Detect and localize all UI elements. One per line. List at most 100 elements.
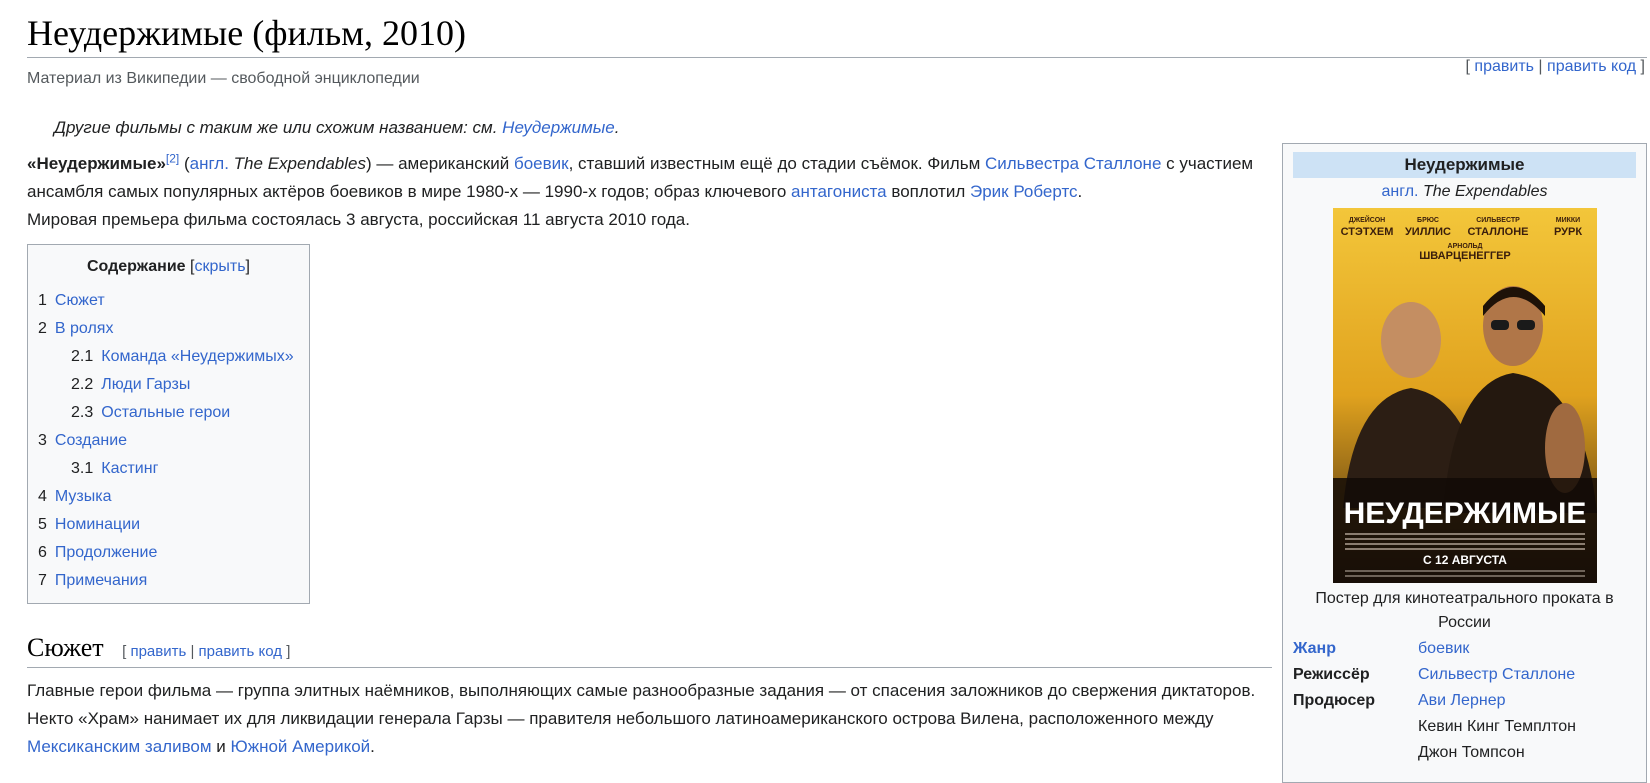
intro-text: (	[179, 154, 190, 173]
hatnote-text: Другие фильмы с таким же или схожим назв…	[54, 118, 503, 137]
original-title: The Expendables	[228, 154, 366, 173]
infobox-orig-title-text: The Expendables	[1418, 183, 1548, 200]
poster-release-date: С 12 АВГУСТА	[1423, 553, 1507, 567]
table-of-contents: Содержание [скрыть] 1 Сюжет 2 В ролях 2.1 Ком…	[27, 244, 310, 604]
roberts-link[interactable]: Эрик Робертс	[970, 182, 1078, 201]
poster-surname: РУРК	[1553, 226, 1581, 238]
poster-name: МИККИ	[1555, 217, 1579, 224]
toc-item: 4 Музыка	[38, 483, 299, 511]
intro-bold-title: «Неудержимые»	[27, 154, 166, 173]
hatnote-end: .	[614, 118, 620, 137]
infobox-row: Джон Томпсон	[1293, 741, 1636, 765]
poster-surname: СТАЛЛОНЕ	[1467, 226, 1528, 238]
toc-item: 5 Номинации	[38, 511, 299, 539]
toc-item-link[interactable]: Музыка	[55, 488, 112, 505]
reference-link[interactable]: [2]	[166, 151, 179, 165]
toc-item-number: 3	[38, 432, 47, 449]
infobox-row-value[interactable]: Сильвестр Сталлоне	[1418, 666, 1575, 683]
intro-text: , ставший известным ещё до стадии съёмок…	[568, 154, 985, 173]
plot-text: .	[370, 737, 375, 756]
toc-item-link[interactable]: Создание	[55, 432, 127, 449]
infobox-row-value-cell: Ави Лернер	[1418, 689, 1636, 713]
toc-item: 2.1 Команда «Неудержимых»	[38, 343, 299, 371]
toc-item: 6 Продолжение	[38, 539, 299, 567]
toc-item-link[interactable]: Кастинг	[101, 460, 158, 477]
toc-toggle-link[interactable]: скрыть	[194, 258, 245, 275]
movie-poster[interactable]: ДЖЕЙСОН БРЮС СИЛЬВЕСТР МИККИ СТЭТХЕМ УИЛ…	[1332, 208, 1597, 583]
infobox-lang-link[interactable]: англ.	[1382, 183, 1419, 200]
toc-item-number: 2	[38, 320, 47, 337]
infobox-row-value[interactable]: боевик	[1418, 640, 1469, 657]
infobox-row-value-cell: Джон Томпсон	[1418, 741, 1636, 765]
toc-item: 2 В ролях	[38, 315, 299, 343]
antagonist-link[interactable]: антагониста	[791, 182, 887, 201]
toc-item-link[interactable]: Примечания	[55, 572, 147, 589]
toc-list: 1 Сюжет 2 В ролях 2.1 Команда «Неудержимых» 2.…	[38, 287, 299, 595]
plot-text: и	[211, 737, 231, 756]
section-edit-links: [ править | править код ]	[122, 643, 291, 660]
infobox-row-value: Кевин Кинг Темплтон	[1418, 718, 1576, 735]
toc-item-number: 2.2	[71, 376, 94, 393]
poster-title: НЕУДЕРЖИМЫЕ	[1343, 497, 1586, 530]
toc-item-link[interactable]: Продолжение	[55, 544, 157, 561]
toc-item: 7 Примечания	[38, 567, 299, 595]
infobox-row-label	[1293, 741, 1418, 765]
infobox-row: Кевин Кинг Темплтон	[1293, 715, 1636, 739]
toc-item: 3 Создание	[38, 427, 299, 455]
toc-item-number: 4	[38, 488, 47, 505]
toc-item-number: 2.3	[71, 404, 94, 421]
genre-link[interactable]: боевик	[514, 154, 569, 173]
toc-item: 2.3 Остальные герои	[38, 399, 299, 427]
lang-link[interactable]: англ.	[190, 154, 229, 173]
toc-heading: Содержание	[87, 258, 186, 275]
toc-item-link[interactable]: Люди Гарзы	[101, 376, 190, 393]
infobox-row: Продюсер Ави Лернер	[1293, 689, 1636, 713]
poster-name: ДЖЕЙСОН	[1348, 215, 1384, 224]
toc-item-number: 3.1	[71, 460, 94, 477]
poster-name: СИЛЬВЕСТР	[1476, 217, 1520, 224]
page-title: Неудержимые (фильм, 2010)	[27, 10, 1647, 58]
toc-item-number: 1	[38, 292, 47, 309]
section-heading-plot: Сюжет [ править | править код ]	[27, 630, 1272, 668]
toc-item-number: 6	[38, 544, 47, 561]
gulf-link[interactable]: Мексиканским заливом	[27, 737, 212, 756]
infobox-row-value-cell: Кевин Кинг Темплтон	[1418, 715, 1636, 739]
toc-item-link[interactable]: Команда «Неудержимых»	[101, 348, 293, 365]
edit-code-link[interactable]: править код	[1547, 58, 1636, 75]
toc-item: 3.1 Кастинг	[38, 455, 299, 483]
intro-paragraph: «Неудержимые»[2] (англ. The Expendables)…	[27, 150, 1272, 234]
infobox-row: Жанр боевик	[1293, 637, 1636, 661]
toc-item-link[interactable]: Номинации	[55, 516, 140, 533]
infobox-row-label: Продюсер	[1293, 692, 1376, 709]
section-edit-code-link[interactable]: править код	[199, 643, 283, 660]
infobox-row-value-cell: Сильвестр Сталлоне	[1418, 663, 1636, 687]
toc-item: 1 Сюжет	[38, 287, 299, 315]
plot-text: Главные герои фильма — группа элитных на…	[27, 681, 1256, 728]
south-america-link[interactable]: Южной Америкой	[231, 737, 371, 756]
infobox-row-label[interactable]: Жанр	[1293, 637, 1418, 661]
intro-text: воплотил	[886, 182, 970, 201]
toc-item-link[interactable]: Остальные герои	[101, 404, 230, 421]
infobox-row-label	[1293, 715, 1418, 739]
poster-name: БРЮС	[1417, 217, 1439, 224]
poster-caption: Постер для кинотеатрального проката в Ро…	[1315, 590, 1614, 631]
page-subtitle: Материал из Википедии — свободной энцикл…	[27, 70, 420, 87]
toc-item-number: 7	[38, 572, 47, 589]
poster-name: АРНОЛЬД	[1447, 243, 1482, 250]
toc-item: 2.2 Люди Гарзы	[38, 371, 299, 399]
page-edit-links: [ править | править код ]	[1465, 58, 1645, 75]
plot-paragraph: Главные герои фильма — группа элитных на…	[27, 677, 1272, 761]
toc-item-link[interactable]: В ролях	[55, 320, 114, 337]
section-edit-link[interactable]: править	[130, 643, 186, 660]
infobox-row-value: Джон Томпсон	[1418, 744, 1525, 761]
infobox-row-value[interactable]: Ави Лернер	[1418, 692, 1505, 709]
edit-link[interactable]: править	[1474, 58, 1534, 75]
director-link[interactable]: Сильвестра Сталлоне	[985, 154, 1161, 173]
infobox-original-title: англ. The Expendables	[1293, 178, 1636, 206]
infobox-title: Неудержимые	[1293, 152, 1636, 178]
poster-surname: УИЛЛИС	[1404, 226, 1450, 238]
intro-text: ) — американский	[366, 154, 514, 173]
hatnote-link[interactable]: Неудержимые	[502, 118, 615, 137]
toc-item-link[interactable]: Сюжет	[55, 292, 105, 309]
infobox-rows: Жанр боевик Режиссёр Сильвестр Сталлоне Прод…	[1293, 637, 1636, 765]
